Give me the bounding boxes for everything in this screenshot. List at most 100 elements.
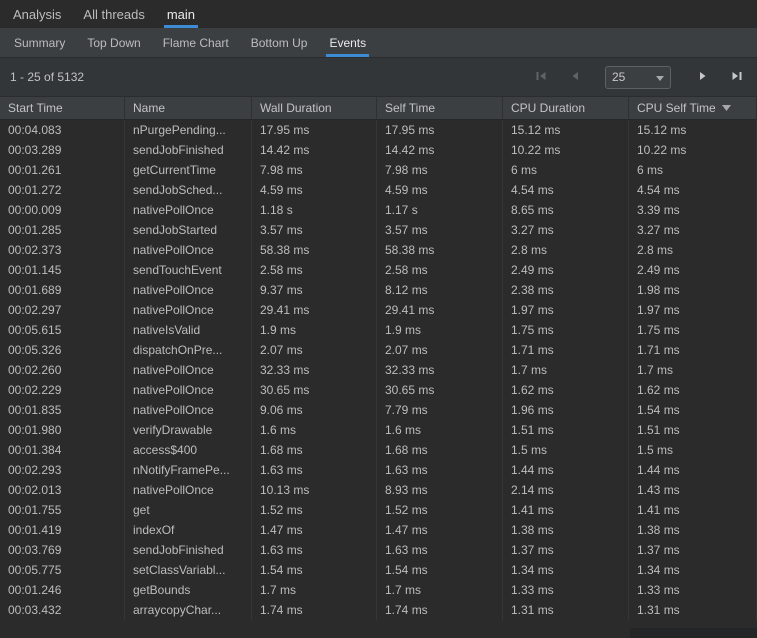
table-cell: 3.27 ms bbox=[629, 220, 757, 240]
column-header-self-time[interactable]: Self Time bbox=[377, 97, 503, 119]
tab-events[interactable]: Events bbox=[318, 28, 377, 57]
column-label: Name bbox=[133, 101, 165, 115]
table-cell: 30.65 ms bbox=[252, 380, 377, 400]
column-header-wall-duration[interactable]: Wall Duration bbox=[252, 97, 377, 119]
column-header-cpu-duration[interactable]: CPU Duration bbox=[503, 97, 629, 119]
table-row[interactable]: 00:01.689nativePollOnce9.37 ms8.12 ms2.3… bbox=[0, 280, 757, 300]
table-cell: 00:01.419 bbox=[0, 520, 125, 540]
tab-summary[interactable]: Summary bbox=[3, 28, 76, 57]
table-cell: 1.62 ms bbox=[629, 380, 757, 400]
table-cell: sendJobFinished bbox=[125, 140, 252, 160]
scrollbar-corner bbox=[630, 628, 757, 638]
last-page-button[interactable] bbox=[725, 65, 749, 89]
table-cell: 1.71 ms bbox=[629, 340, 757, 360]
table-row[interactable]: 00:03.289sendJobFinished14.42 ms14.42 ms… bbox=[0, 140, 757, 160]
tab-main[interactable]: main bbox=[156, 0, 206, 28]
table-row[interactable]: 00:01.272sendJobSched...4.59 ms4.59 ms4.… bbox=[0, 180, 757, 200]
table-cell: 10.22 ms bbox=[503, 140, 629, 160]
table-cell: 00:05.775 bbox=[0, 560, 125, 580]
table-cell: 1.75 ms bbox=[629, 320, 757, 340]
table-cell: indexOf bbox=[125, 520, 252, 540]
table-row[interactable]: 00:05.615nativeIsValid1.9 ms1.9 ms1.75 m… bbox=[0, 320, 757, 340]
table-cell: 58.38 ms bbox=[377, 240, 503, 260]
table-row[interactable]: 00:01.384access$4001.68 ms1.68 ms1.5 ms1… bbox=[0, 440, 757, 460]
first-page-icon bbox=[535, 70, 547, 85]
table-cell: 1.52 ms bbox=[252, 500, 377, 520]
table-cell: 1.96 ms bbox=[503, 400, 629, 420]
table-cell: nativeIsValid bbox=[125, 320, 252, 340]
table-row[interactable]: 00:02.229nativePollOnce30.65 ms30.65 ms1… bbox=[0, 380, 757, 400]
table-cell: 1.75 ms bbox=[503, 320, 629, 340]
table-cell: nativePollOnce bbox=[125, 200, 252, 220]
table-cell: 1.41 ms bbox=[629, 500, 757, 520]
table-cell: 2.38 ms bbox=[503, 280, 629, 300]
table-cell: nativePollOnce bbox=[125, 360, 252, 380]
table-cell: 2.07 ms bbox=[252, 340, 377, 360]
table-cell: sendJobStarted bbox=[125, 220, 252, 240]
table-cell: 2.49 ms bbox=[629, 260, 757, 280]
table-row[interactable]: 00:02.013nativePollOnce10.13 ms8.93 ms2.… bbox=[0, 480, 757, 500]
table-row[interactable]: 00:01.261getCurrentTime7.98 ms7.98 ms6 m… bbox=[0, 160, 757, 180]
table-cell: 1.71 ms bbox=[503, 340, 629, 360]
page-size-select[interactable]: 25 bbox=[605, 66, 671, 89]
table-header: Start TimeNameWall DurationSelf TimeCPU … bbox=[0, 96, 757, 120]
table-cell: getBounds bbox=[125, 580, 252, 600]
table-cell: 2.14 ms bbox=[503, 480, 629, 500]
table-row[interactable]: 00:05.775setClassVariabl...1.54 ms1.54 m… bbox=[0, 560, 757, 580]
table-cell: 3.39 ms bbox=[629, 200, 757, 220]
table-cell: 1.98 ms bbox=[629, 280, 757, 300]
table-cell: 9.06 ms bbox=[252, 400, 377, 420]
table-row[interactable]: 00:02.260nativePollOnce32.33 ms32.33 ms1… bbox=[0, 360, 757, 380]
table-row[interactable]: 00:01.145sendTouchEvent2.58 ms2.58 ms2.4… bbox=[0, 260, 757, 280]
analysis-tab-bar: SummaryTop DownFlame ChartBottom UpEvent… bbox=[0, 28, 757, 58]
table-cell: 1.51 ms bbox=[629, 420, 757, 440]
column-label: Start Time bbox=[8, 101, 63, 115]
table-cell: 00:04.083 bbox=[0, 120, 125, 140]
table-row[interactable]: 00:02.373nativePollOnce58.38 ms58.38 ms2… bbox=[0, 240, 757, 260]
column-header-cpu-self-time[interactable]: CPU Self Time bbox=[629, 97, 757, 119]
table-cell: 6 ms bbox=[629, 160, 757, 180]
table-cell: 14.42 ms bbox=[252, 140, 377, 160]
table-cell: 00:01.261 bbox=[0, 160, 125, 180]
table-row[interactable]: 00:01.755get1.52 ms1.52 ms1.41 ms1.41 ms bbox=[0, 500, 757, 520]
table-cell: 15.12 ms bbox=[629, 120, 757, 140]
prev-page-button[interactable] bbox=[563, 65, 587, 89]
tab-all-threads[interactable]: All threads bbox=[72, 0, 155, 28]
tab-bottom-up[interactable]: Bottom Up bbox=[240, 28, 319, 57]
table-row[interactable]: 00:01.835nativePollOnce9.06 ms7.79 ms1.9… bbox=[0, 400, 757, 420]
cpu-profiler-panel: AnalysisAll threadsmain SummaryTop DownF… bbox=[0, 0, 757, 638]
table-cell: nativePollOnce bbox=[125, 240, 252, 260]
table-row[interactable]: 00:03.769sendJobFinished1.63 ms1.63 ms1.… bbox=[0, 540, 757, 560]
table-row[interactable]: 00:02.293nNotifyFramePe...1.63 ms1.63 ms… bbox=[0, 460, 757, 480]
page-size-value: 25 bbox=[612, 70, 656, 84]
table-row[interactable]: 00:01.285sendJobStarted3.57 ms3.57 ms3.2… bbox=[0, 220, 757, 240]
next-page-button[interactable] bbox=[691, 65, 715, 89]
table-cell: 1.63 ms bbox=[377, 460, 503, 480]
table-row[interactable]: 00:04.083nPurgePending...17.95 ms17.95 m… bbox=[0, 120, 757, 140]
tab-top-down[interactable]: Top Down bbox=[76, 28, 151, 57]
table-row[interactable]: 00:01.419indexOf1.47 ms1.47 ms1.38 ms1.3… bbox=[0, 520, 757, 540]
table-cell: 1.34 ms bbox=[503, 560, 629, 580]
tab-analysis[interactable]: Analysis bbox=[2, 0, 72, 28]
first-page-button[interactable] bbox=[529, 65, 553, 89]
table-row[interactable]: 00:03.432arraycopyChar...1.74 ms1.74 ms1… bbox=[0, 600, 757, 620]
table-cell: 00:05.326 bbox=[0, 340, 125, 360]
table-cell: 00:01.145 bbox=[0, 260, 125, 280]
chevron-left-icon bbox=[569, 70, 581, 85]
table-cell: 00:01.285 bbox=[0, 220, 125, 240]
column-header-name[interactable]: Name bbox=[125, 97, 252, 119]
table-cell: 3.57 ms bbox=[377, 220, 503, 240]
table-row[interactable]: 00:01.246getBounds1.7 ms1.7 ms1.33 ms1.3… bbox=[0, 580, 757, 600]
table-row[interactable]: 00:00.009nativePollOnce1.18 s1.17 s8.65 … bbox=[0, 200, 757, 220]
table-cell: 1.7 ms bbox=[503, 360, 629, 380]
table-footer-area bbox=[0, 620, 757, 638]
table-cell: 00:02.293 bbox=[0, 460, 125, 480]
tab-flame-chart[interactable]: Flame Chart bbox=[152, 28, 240, 57]
table-row[interactable]: 00:05.326dispatchOnPre...2.07 ms2.07 ms1… bbox=[0, 340, 757, 360]
table-cell: sendJobSched... bbox=[125, 180, 252, 200]
column-header-start-time[interactable]: Start Time bbox=[0, 97, 125, 119]
table-row[interactable]: 00:02.297nativePollOnce29.41 ms29.41 ms1… bbox=[0, 300, 757, 320]
table-cell: 00:03.769 bbox=[0, 540, 125, 560]
table-cell: 1.47 ms bbox=[377, 520, 503, 540]
table-row[interactable]: 00:01.980verifyDrawable1.6 ms1.6 ms1.51 … bbox=[0, 420, 757, 440]
